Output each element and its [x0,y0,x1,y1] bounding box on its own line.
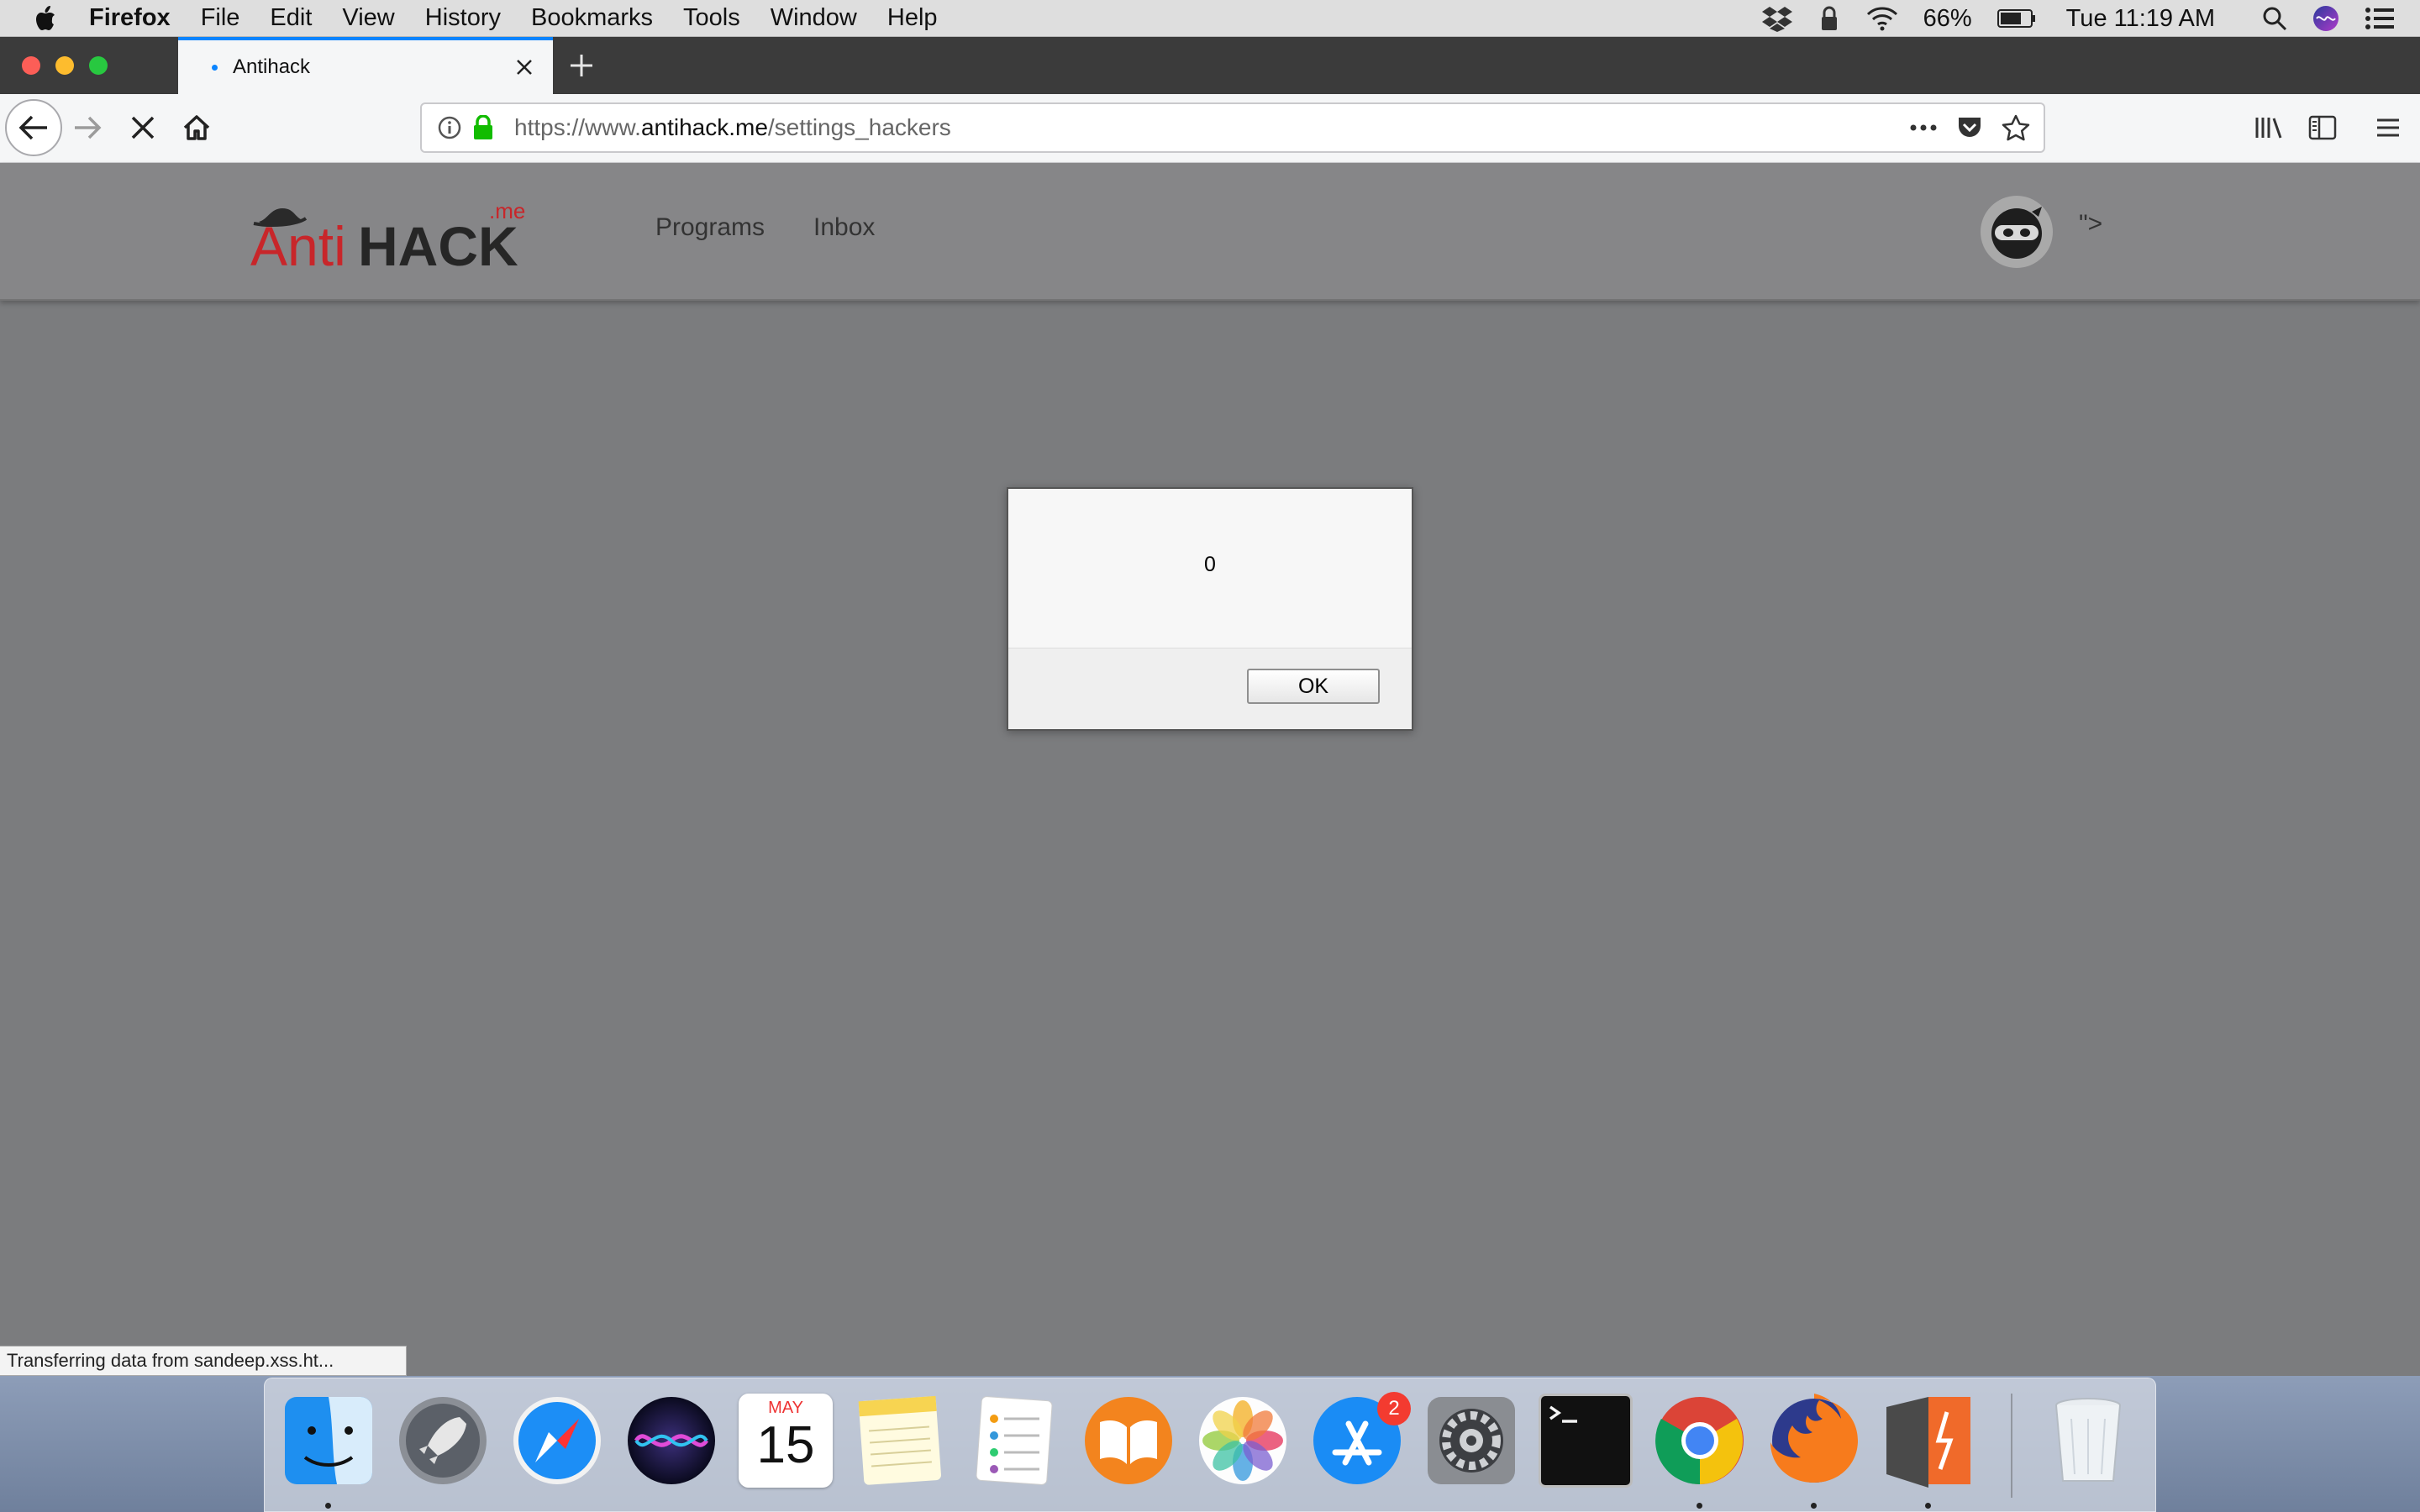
burp-running-indicator [1925,1503,1931,1509]
menu-edit[interactable]: Edit [270,4,312,32]
browser-navigation-toolbar: https://www.antihack.me/settings_hackers [0,94,2420,163]
javascript-alert-dialog: 0 OK [1007,487,1413,731]
url-host: antihack.me [640,114,768,140]
sidebar-icon [2308,115,2337,140]
wifi-icon[interactable] [1866,6,1898,31]
browser-tab-strip: Antihack [0,37,2420,94]
url-bar[interactable]: https://www.antihack.me/settings_hackers [420,102,2045,153]
menu-help[interactable]: Help [887,4,938,32]
arrow-left-icon [18,115,47,140]
menu-file[interactable]: File [201,4,240,32]
window-minimize-button[interactable] [55,56,74,75]
menu-app-firefox[interactable]: Firefox [89,4,171,32]
dropbox-icon[interactable] [1761,5,1792,32]
spotlight-search-icon[interactable] [2262,6,2287,31]
macos-menu-bar: Firefox File Edit View History Bookmarks… [0,0,2420,37]
tab-title: Antihack [233,55,311,78]
library-icon [2255,118,2282,139]
sidebar-toggle-button[interactable] [2306,111,2339,144]
home-icon [183,115,210,140]
battery-percentage[interactable]: 66% [1923,5,1972,33]
dock-separator [2011,1394,2012,1498]
calendar-month: MAY [768,1399,803,1417]
tab-loading-indicator [212,64,218,71]
logo-text-me: .me [489,198,525,223]
burp-suite-icon[interactable] [1881,1394,1975,1488]
web-page-viewport: Anti HACK .me Programs Inbox "> 0 OK [0,163,2420,1376]
safari-icon[interactable] [510,1394,604,1488]
page-actions-ellipsis-icon[interactable] [1909,123,1938,132]
home-button[interactable] [180,111,213,144]
site-info-icon[interactable] [437,115,462,140]
url-text[interactable]: https://www.antihack.me/settings_hackers [514,114,1891,141]
reminders-icon[interactable] [967,1394,1061,1488]
menu-tools[interactable]: Tools [683,4,740,32]
firefox-icon[interactable] [1767,1394,1861,1488]
menu-window[interactable]: Window [771,4,857,32]
library-button[interactable] [2252,111,2286,144]
notification-center-icon[interactable] [2365,7,2395,30]
forward-button[interactable] [71,111,104,144]
alert-message: 0 [1204,553,1216,576]
nav-link-inbox[interactable]: Inbox [813,213,875,242]
terminal-prompt-icon [1549,1405,1577,1423]
terminal-icon[interactable] [1539,1394,1633,1488]
user-avatar[interactable] [1980,195,2054,269]
url-path: /settings_hackers [767,114,951,140]
window-zoom-button[interactable] [89,56,108,75]
back-button[interactable] [5,99,62,156]
finder-running-indicator [325,1503,331,1509]
url-scheme: https://www. [514,114,641,140]
notes-icon[interactable] [853,1394,947,1488]
macos-dock: MAY 15 2 [264,1378,2156,1512]
logo-text-hack: HACK [358,215,518,277]
window-close-button[interactable] [22,56,40,75]
launchpad-icon[interactable] [396,1394,490,1488]
close-x-icon [131,116,155,139]
logo-text-anti: Anti [250,215,346,277]
secure-lock-icon[interactable] [472,115,494,140]
siri-app-icon[interactable] [624,1394,718,1488]
battery-icon[interactable] [1996,8,2036,29]
site-header: Anti HACK .me Programs Inbox "> [0,163,2420,301]
system-preferences-icon[interactable] [1424,1394,1518,1488]
hamburger-menu-icon [2377,118,2399,137]
apple-icon[interactable] [32,4,57,33]
menu-bookmarks[interactable]: Bookmarks [531,4,653,32]
calendar-icon[interactable]: MAY 15 [739,1394,833,1488]
books-icon[interactable] [1081,1394,1176,1488]
menu-bar-clock[interactable]: Tue 11:19 AM [2066,5,2215,33]
alert-message-area: 0 [1008,489,1412,648]
stop-loading-button[interactable] [126,111,160,144]
alert-ok-button[interactable]: OK [1247,669,1380,704]
new-tab-plus-icon[interactable] [568,52,595,79]
privacy-lock-icon[interactable] [1818,5,1841,32]
menu-history[interactable]: History [425,4,501,32]
app-menu-button[interactable] [2371,111,2405,144]
tab-close-icon[interactable] [514,57,534,77]
firefox-running-indicator [1811,1503,1817,1509]
arrow-right-icon [75,116,102,139]
trash-icon[interactable] [2041,1394,2135,1488]
pocket-icon[interactable] [1956,115,1983,140]
antihack-logo[interactable]: Anti HACK .me [250,195,536,279]
nav-link-programs[interactable]: Programs [655,213,765,242]
url-bar-actions [1891,114,2030,141]
chrome-icon[interactable] [1653,1394,1747,1488]
siri-icon[interactable] [2312,5,2339,32]
browser-status-bar: Transferring data from sandeep.xss.ht... [0,1346,407,1376]
menu-view[interactable]: View [342,4,394,32]
user-display-name[interactable]: "> [2079,210,2102,239]
finder-icon[interactable] [281,1394,376,1488]
tab-antihack[interactable]: Antihack [178,37,553,94]
photos-icon[interactable] [1196,1394,1290,1488]
chrome-running-indicator [1697,1503,1702,1509]
calendar-day: 15 [756,1416,815,1474]
bookmark-star-icon[interactable] [2002,114,2030,141]
app-store-badge: 2 [1377,1392,1411,1425]
menu-bar-status-area: 66% Tue 11:19 AM [1761,0,2420,37]
